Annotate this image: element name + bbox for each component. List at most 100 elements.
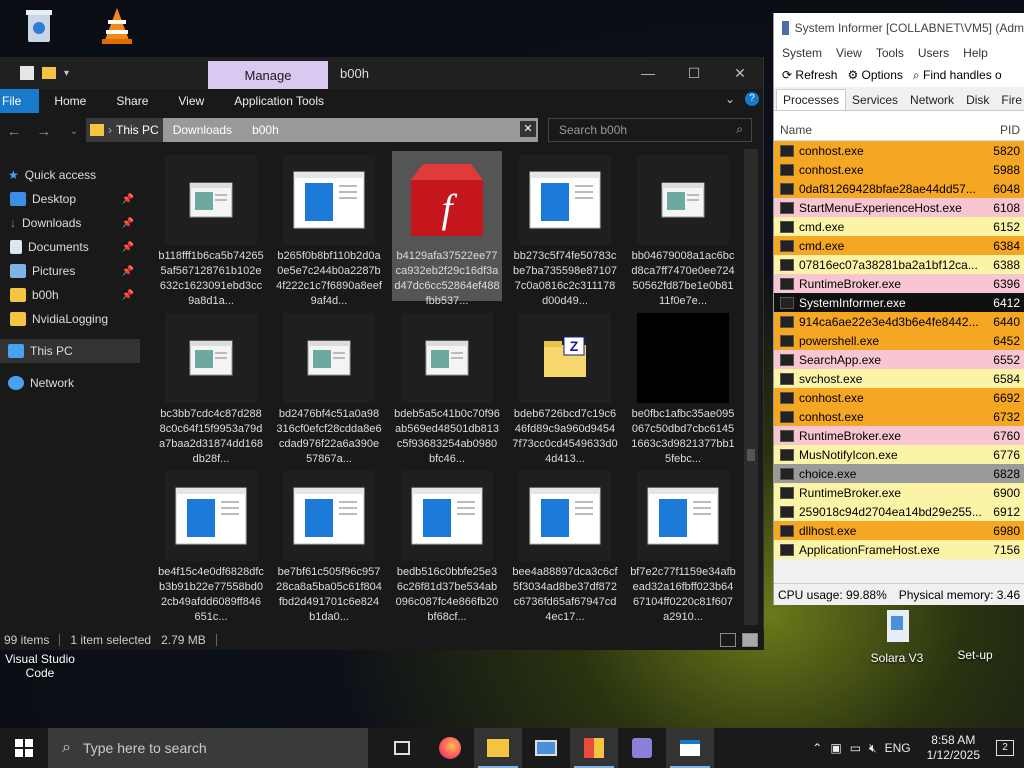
process-row[interactable]: conhost.exe 6692 bbox=[774, 388, 1024, 407]
window-button[interactable] bbox=[666, 728, 714, 768]
remote-desktop-button[interactable] bbox=[522, 728, 570, 768]
menu-system[interactable]: System bbox=[782, 46, 822, 60]
recent-chevron-icon[interactable]: ⌄ bbox=[64, 126, 84, 137]
process-row[interactable]: SearchApp.exe 6552 bbox=[774, 350, 1024, 369]
process-row[interactable]: RuntimeBroker.exe 6396 bbox=[774, 274, 1024, 293]
search-icon[interactable]: ⌕ bbox=[736, 122, 743, 137]
scrollbar-thumb[interactable] bbox=[747, 449, 755, 461]
breadcrumb-this-pc[interactable]: This PC bbox=[116, 123, 159, 137]
notification-icon[interactable]: 2 bbox=[996, 740, 1014, 756]
tab-share[interactable]: Share bbox=[101, 89, 163, 113]
file-tile[interactable]: bb273c5f74fe50783cbe7ba735598e871077c0a0… bbox=[510, 151, 620, 307]
process-row[interactable]: cmd.exe 6384 bbox=[774, 236, 1024, 255]
process-row[interactable]: 0daf81269428bfae28ae44dd57... 6048 bbox=[774, 179, 1024, 198]
language-indicator[interactable]: ENG bbox=[885, 741, 911, 755]
process-row[interactable]: MusNotifyIcon.exe 6776 bbox=[774, 445, 1024, 464]
manage-context-tab[interactable]: Manage bbox=[208, 61, 328, 89]
tab-file[interactable]: File bbox=[0, 89, 40, 113]
network-tray-icon[interactable]: ▣ bbox=[830, 741, 841, 755]
nav-downloads[interactable]: ↓ Downloads 📌 bbox=[0, 211, 140, 235]
nav-pictures[interactable]: Pictures 📌 bbox=[0, 259, 140, 283]
nav-desktop[interactable]: Desktop 📌 bbox=[0, 187, 140, 211]
nav-b00h[interactable]: b00h 📌 bbox=[0, 283, 140, 307]
process-row[interactable]: RuntimeBroker.exe 6760 bbox=[774, 426, 1024, 445]
display-tray-icon[interactable]: ▭ bbox=[850, 741, 861, 755]
vertical-scrollbar[interactable] bbox=[744, 149, 758, 625]
new-folder-icon[interactable] bbox=[42, 67, 56, 79]
process-row[interactable]: dllhost.exe 6980 bbox=[774, 521, 1024, 540]
file-tile[interactable]: bc3bb7cdc4c87d2888c0c64f15f9953a79da7baa… bbox=[156, 309, 266, 465]
file-tile[interactable]: be4f15c4e0df6828dfcb3b91b22e77558bd02cb4… bbox=[156, 467, 266, 623]
process-row[interactable]: RuntimeBroker.exe 6900 bbox=[774, 483, 1024, 502]
process-row[interactable]: choice.exe 6828 bbox=[774, 464, 1024, 483]
task-view-button[interactable] bbox=[378, 728, 426, 768]
nav-network[interactable]: Network bbox=[0, 371, 140, 395]
file-tile[interactable]: b118fff1b6ca5b742655af567128761b102e632c… bbox=[156, 151, 266, 307]
maximize-icon[interactable]: ☐ bbox=[671, 57, 717, 89]
taskbar-search[interactable]: ⌕ Type here to search bbox=[48, 728, 368, 768]
desktop-icon-vlc[interactable] bbox=[82, 6, 152, 51]
firefox-button[interactable] bbox=[426, 728, 474, 768]
file-tile[interactable]: b265f0b8bf110b2d0a0e5e7c244b0a2287b4f222… bbox=[274, 151, 384, 307]
breadcrumb-downloads[interactable]: Downloads bbox=[163, 123, 242, 137]
nav-this-pc[interactable]: This PC bbox=[0, 339, 140, 363]
clear-address-icon[interactable]: ✕ bbox=[520, 121, 536, 137]
tab-services[interactable]: Services bbox=[846, 90, 904, 110]
start-button[interactable] bbox=[0, 728, 48, 768]
process-row[interactable]: ApplicationFrameHost.exe 7156 bbox=[774, 540, 1024, 559]
file-tile[interactable]: be7bf61c505f96c95728ca8a5ba05c61f804fbd2… bbox=[274, 467, 384, 623]
chevron-down-icon[interactable]: ▾ bbox=[64, 68, 69, 79]
nav-nvidialogging[interactable]: NvidiaLogging bbox=[0, 307, 140, 331]
file-tile[interactable]: be0fbc1afbc35ae095067c50dbd7cbc61451663c… bbox=[628, 309, 738, 465]
options-button[interactable]: ⚙ Options bbox=[847, 68, 902, 82]
menu-users[interactable]: Users bbox=[918, 46, 949, 60]
tab-disk[interactable]: Disk bbox=[960, 90, 995, 110]
tab-processes[interactable]: Processes bbox=[776, 89, 847, 110]
file-tile[interactable]: bf7e2c77f1159e34afbead32a16fbff023b64671… bbox=[628, 467, 738, 623]
desktop-icon-solara[interactable]: Solara V3 bbox=[862, 606, 932, 665]
file-explorer-button[interactable] bbox=[474, 728, 522, 768]
address-bar[interactable]: › This PC Downloads b00h ✕ bbox=[86, 118, 538, 142]
app-button[interactable] bbox=[618, 728, 666, 768]
file-tile[interactable]: Zbdeb6726bcd7c19c646fd89c9a960d94547f73c… bbox=[510, 309, 620, 465]
tab-firewall[interactable]: Fire bbox=[995, 90, 1024, 110]
expand-ribbon-icon[interactable]: ⌄ bbox=[725, 92, 735, 106]
file-tile[interactable]: f b4129afa37522ee77ca932eb2f29c16df3ad47d… bbox=[392, 151, 502, 307]
process-row[interactable]: 259018c94d2704ea14bd29e255... 6912 bbox=[774, 502, 1024, 521]
nav-quick-access[interactable]: ★ Quick access bbox=[0, 163, 140, 187]
refresh-button[interactable]: ⟳ Refresh bbox=[782, 68, 837, 82]
process-row[interactable]: cmd.exe 6152 bbox=[774, 217, 1024, 236]
file-tile[interactable]: bee4a88897dca3c6cf5f3034ad8be37df872c673… bbox=[510, 467, 620, 623]
process-row[interactable]: conhost.exe 6732 bbox=[774, 407, 1024, 426]
back-arrow-icon[interactable]: ← bbox=[4, 123, 24, 140]
process-row[interactable]: powershell.exe 6452 bbox=[774, 331, 1024, 350]
process-row[interactable]: 914ca6ae22e3e4d3b6e4fe8442... 6440 bbox=[774, 312, 1024, 331]
tab-home[interactable]: Home bbox=[39, 89, 101, 113]
address-root[interactable]: › This PC bbox=[86, 118, 163, 142]
breadcrumb-b00h[interactable]: b00h bbox=[242, 123, 289, 137]
find-handles-button[interactable]: ⌕ Find handles o bbox=[913, 68, 1002, 83]
file-tile[interactable]: bd2476bf4c51a0a98316cf0efcf28cdda8e6cdad… bbox=[274, 309, 384, 465]
process-row[interactable]: StartMenuExperienceHost.exe 6108 bbox=[774, 198, 1024, 217]
column-name[interactable]: Name bbox=[774, 123, 812, 137]
system-informer-taskbar-button[interactable] bbox=[570, 728, 618, 768]
chevron-up-icon[interactable]: ⌃ bbox=[812, 741, 822, 755]
file-tile[interactable]: bb04679008a1ac6bcd8ca7ff7470e0ee72450562… bbox=[628, 151, 738, 307]
process-row[interactable]: svchost.exe 6584 bbox=[774, 369, 1024, 388]
tab-view[interactable]: View bbox=[163, 89, 219, 113]
desktop-icon-setup[interactable]: Set-up bbox=[940, 648, 1010, 662]
process-row[interactable]: conhost.exe 5988 bbox=[774, 160, 1024, 179]
clock[interactable]: 8:58 AM 1/12/2025 bbox=[919, 733, 988, 763]
column-pid[interactable]: PID bbox=[1000, 123, 1020, 137]
minimize-icon[interactable]: — bbox=[625, 57, 671, 89]
desktop-icon-recycle-bin[interactable] bbox=[4, 6, 74, 51]
tab-network[interactable]: Network bbox=[904, 90, 960, 110]
volume-muted-icon[interactable]: 🔇︎ bbox=[869, 741, 877, 756]
file-tile[interactable]: bdeb5a5c41b0c70f96ab569ed48501db813c5f93… bbox=[392, 309, 502, 465]
menu-tools[interactable]: Tools bbox=[876, 46, 904, 60]
menu-view[interactable]: View bbox=[836, 46, 862, 60]
nav-documents[interactable]: Documents 📌 bbox=[0, 235, 140, 259]
process-row[interactable]: SystemInformer.exe 6412 bbox=[774, 293, 1024, 312]
large-icons-view-icon[interactable] bbox=[742, 633, 758, 647]
details-view-icon[interactable] bbox=[720, 633, 736, 647]
